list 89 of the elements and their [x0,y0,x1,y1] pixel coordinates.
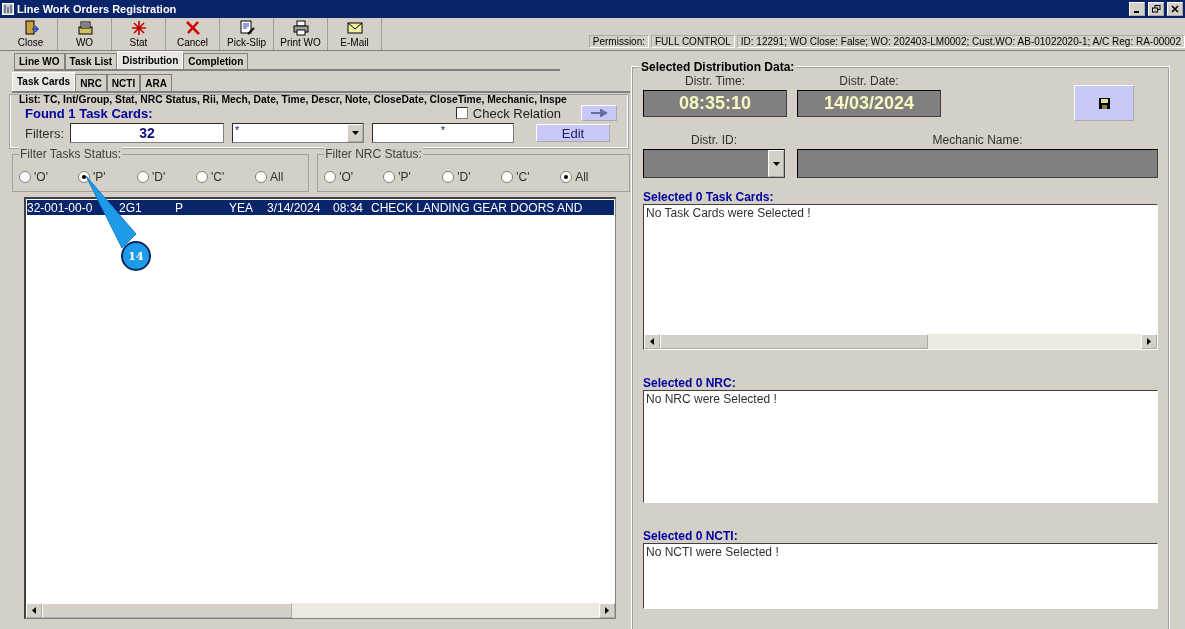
right-arrow-icon[interactable] [1146,338,1152,345]
permission-label: Permission: [588,35,649,48]
close-icon [1171,5,1179,13]
field-label: Mechanic Name: [932,133,1023,147]
filter-dropdown[interactable]: * [232,123,364,143]
radio-button[interactable]: 'O' [13,163,72,191]
tab[interactable]: Distribution [117,51,184,69]
radio-icon[interactable] [560,171,573,183]
permission-value: FULL CONTROL [651,35,735,48]
tab[interactable]: Task Cards [12,72,76,91]
radio-icon[interactable] [383,171,396,183]
arrow-button[interactable] [581,105,617,121]
tab[interactable]: Line WO [14,53,65,69]
tab[interactable]: ARA [140,74,172,91]
group-title: Filter NRC Status: [324,147,423,161]
caret-icon[interactable] [351,131,359,135]
right-arrow-icon[interactable] [604,607,610,614]
radio-icon[interactable] [324,171,337,183]
edit-button[interactable]: Edit [536,124,610,142]
radio-button[interactable]: 'D' [436,163,496,191]
tab[interactable]: Task List [64,53,118,69]
distribution-id-dropdown[interactable] [643,149,785,178]
printer-icon [292,20,309,36]
list-columns-label: List: TC, Int/Group, Stat, NRC Status, Rii, Mech, Date, Time, Descr, Note, CloseDate, CloseTime, Mechanic, Inspe [11,94,627,105]
radio-icon[interactable] [442,171,455,183]
toolbar-button[interactable]: Print WO [274,18,328,50]
found-count-label: Found 1 Task Cards: [25,105,153,121]
work-order-info: ID: 12291; WO Close: False; WO: 202403-LM0002; Cust.WO: AB-01022020-1; A/C Reg: RA-00002 [736,35,1185,48]
star-icon [130,20,147,36]
close-button[interactable] [1167,2,1183,16]
cross-icon [184,20,201,36]
restore-button[interactable] [1148,2,1164,16]
radio-button[interactable]: 'P' [377,163,437,191]
field-label: Distr. ID: [691,133,737,147]
radio-icon[interactable] [137,171,149,183]
toolbar-button[interactable]: Close [4,18,58,50]
horizontal-scrollbar[interactable] [26,603,615,618]
radio-icon[interactable] [78,171,90,183]
mechanic-name-field[interactable] [797,149,1158,178]
date-display: 14/03/2024 [797,90,941,117]
envelope-icon [346,20,363,36]
arrow-icon [590,109,608,117]
toolbar-button[interactable]: E-Mail [328,18,382,50]
checkbox[interactable] [455,107,468,119]
radio-button[interactable]: 'D' [131,163,190,191]
left-arrow-icon[interactable] [31,607,37,614]
radio-icon[interactable] [196,171,208,183]
group-title: Filter Tasks Status: [19,147,123,161]
section-title: Selected 0 NCTI: [643,529,739,543]
door-icon [22,20,39,36]
save-icon [1098,97,1110,109]
radio-button[interactable]: 'O' [318,163,378,191]
window-title: Line Work Orders Registration [17,3,178,15]
checkbox-label: Check Relation [472,105,561,121]
radio-icon[interactable] [255,171,267,183]
toolbar-button[interactable]: Pick-Slip [220,18,274,50]
radio-icon[interactable] [501,171,514,183]
field-label: Distr. Time: [685,74,745,88]
radio-button[interactable]: 'C' [495,163,555,191]
selection-list[interactable]: No Task Cards were Selected ! [643,204,1158,350]
tab[interactable]: NRC [75,74,107,91]
filters-label: Filters: [25,125,64,141]
tray-icon [76,20,93,36]
list-row[interactable]: 32-001-00-0 2G1 P YEA 3/14/2024 08:34 CHECK LANDING GEAR DOORS AND [27,200,614,215]
selection-list[interactable]: No NRC were Selected ! [643,390,1158,503]
filter-field[interactable]: 32 [70,123,224,143]
field-label: Distr. Date: [839,74,899,88]
tab[interactable]: Completion [183,53,249,69]
selection-list[interactable]: No NCTI were Selected ! [643,543,1158,609]
left-arrow-icon[interactable] [649,338,655,345]
radio-button[interactable]: All [554,163,614,191]
section-title: Selected 0 Task Cards: [643,190,775,204]
horizontal-scrollbar[interactable] [644,334,1157,349]
section-title: Selected 0 NRC: [643,376,737,390]
radio-button[interactable]: 'C' [190,163,249,191]
toolbar-button[interactable]: Cancel [166,18,220,50]
save-button[interactable] [1074,85,1134,121]
minimize-button[interactable] [1129,2,1145,16]
caret-icon[interactable] [772,161,780,166]
group-title: Selected Distribution Data: [639,60,797,74]
radio-icon[interactable] [19,171,31,183]
tab[interactable]: NCTI [106,74,141,91]
time-display: 08:35:10 [643,90,787,117]
note-icon [238,20,255,36]
toolbar-button[interactable]: WO [58,18,112,50]
restore-icon [1151,5,1161,13]
radio-button[interactable]: All [249,163,308,191]
filter-field[interactable]: * [372,123,514,143]
toolbar-button[interactable]: Stat [112,18,166,50]
